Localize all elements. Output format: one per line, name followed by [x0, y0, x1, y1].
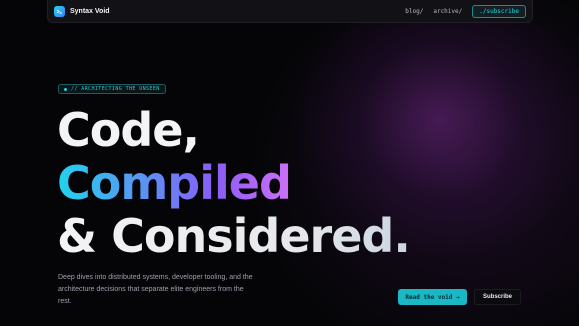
nav-links: blog/ archive/ ./subscribe: [405, 4, 526, 18]
read-the-void-button[interactable]: Read the void →: [398, 289, 467, 305]
hero-description: Deep dives into distributed systems, dev…: [58, 274, 253, 305]
subscribe-button[interactable]: Subscribe: [474, 289, 521, 305]
nav-link-archive[interactable]: archive/: [433, 8, 462, 15]
nav-subscribe-button[interactable]: ./subscribe: [472, 4, 526, 18]
page: Syntax Void blog/ archive/ ./subscribe /…: [0, 0, 579, 326]
headline-line-3: & Considered.: [57, 209, 411, 263]
nav-link-blog[interactable]: blog/: [405, 8, 423, 15]
brand-logo-icon: [54, 5, 65, 17]
brand-name: Syntax Void: [70, 7, 110, 15]
headline-line-1: Code,: [57, 103, 200, 157]
headline-line-2: Compiled: [57, 157, 410, 210]
top-nav: Syntax Void blog/ archive/ ./subscribe: [47, 0, 533, 23]
hero-headline: Code, Compiled & Considered.: [57, 103, 411, 263]
hero-tag: // ARCHITECTING THE UNSEEN: [58, 84, 166, 94]
hero-tag-text: // ARCHITECTING THE UNSEEN: [71, 86, 160, 92]
brand[interactable]: Syntax Void: [54, 5, 110, 17]
status-dot-icon: [64, 87, 67, 91]
